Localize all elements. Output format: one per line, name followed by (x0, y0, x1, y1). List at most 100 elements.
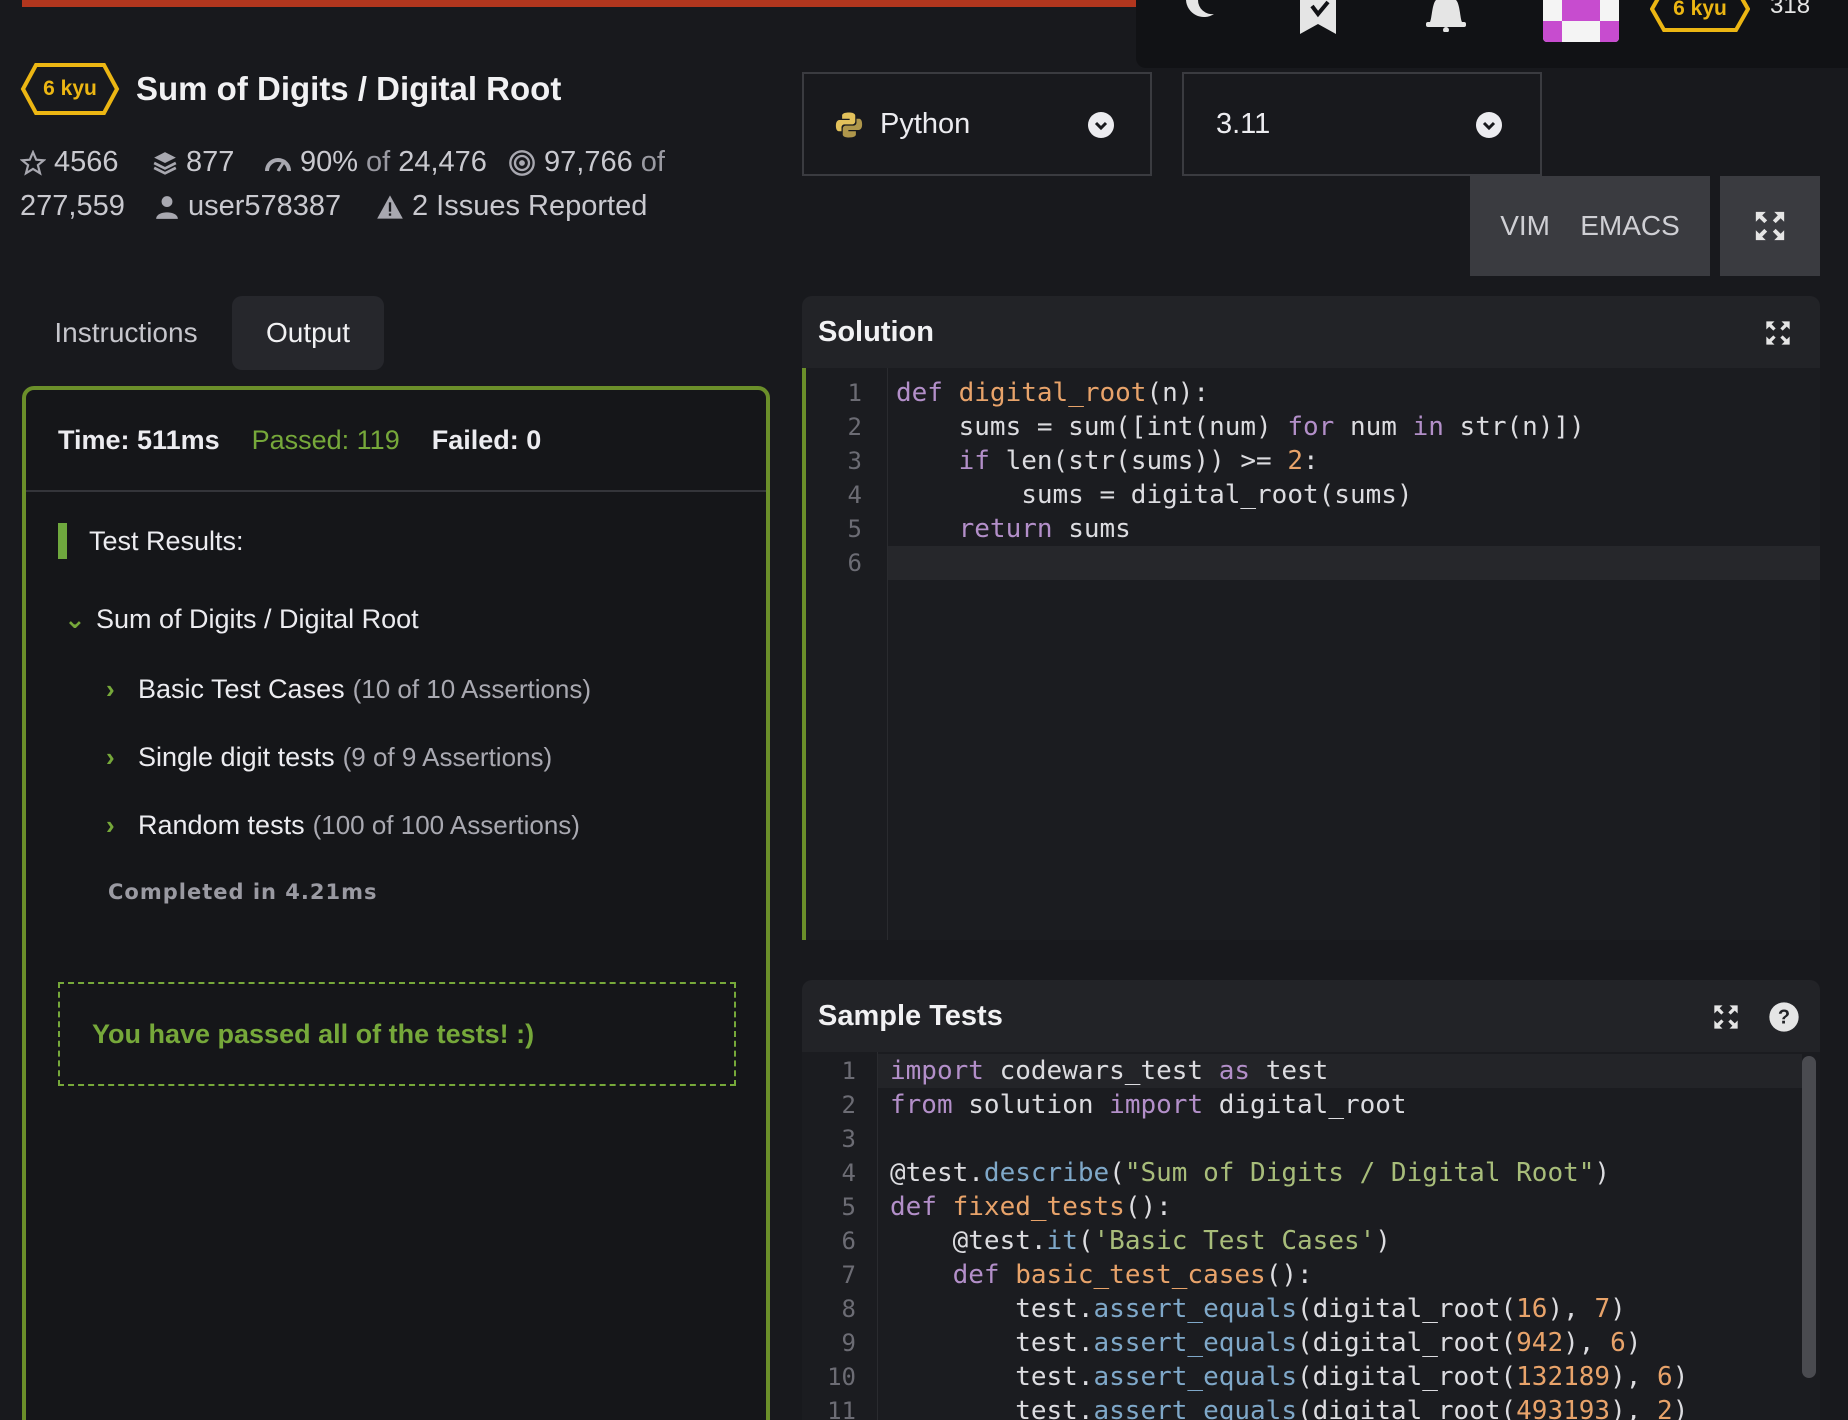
line-number: 2 (841, 1091, 856, 1119)
sample-tests-header: Sample Tests ? (802, 980, 1820, 1052)
code-line: test.assert_equals(digital_root(493193),… (890, 1396, 1689, 1420)
stars-count: 4566 (54, 146, 119, 178)
satisfaction-stat: 90% of 24,476 (264, 146, 487, 179)
code-line: @test.it('Basic Test Cases') (890, 1226, 1391, 1256)
target-icon (509, 149, 535, 176)
gauge-icon (265, 157, 291, 172)
describe-block[interactable]: ⌄ Sum of Digits / Digital Root (64, 604, 419, 635)
satisfaction-votes: 24,476 (398, 146, 487, 178)
test-group[interactable]: › Random tests (100 of 100 Assertions) (106, 810, 580, 841)
code-line: test.assert_equals(digital_root(942), 6) (890, 1328, 1642, 1358)
expand-icon (1755, 211, 1785, 241)
chevron-down-icon (1476, 112, 1502, 138)
line-number: 3 (847, 447, 862, 475)
moon-icon[interactable] (1178, 0, 1218, 34)
line-number: 1 (847, 379, 862, 407)
tab-output[interactable]: Output (232, 296, 384, 370)
expand-icon[interactable] (1712, 1003, 1740, 1031)
stars-stat[interactable]: 4566 (20, 146, 119, 179)
satisfaction-of: of (366, 146, 391, 178)
bookmark-icon[interactable] (1298, 0, 1338, 34)
star-icon (20, 149, 46, 176)
emacs-mode-button[interactable]: EMACS (1580, 210, 1680, 242)
kata-title: Sum of Digits / Digital Root (136, 70, 562, 107)
line-number: 7 (841, 1261, 856, 1289)
test-group-count: (9 of 9 Assertions) (342, 742, 553, 772)
describe-title: Sum of Digits / Digital Root (96, 604, 419, 634)
line-number: 6 (841, 1227, 856, 1255)
fullscreen-button[interactable] (1720, 176, 1820, 276)
code-line: from solution import digital_root (890, 1090, 1407, 1120)
warning-icon (377, 194, 403, 219)
code-line: @test.describe("Sum of Digits / Digital … (890, 1158, 1611, 1188)
code-line: def basic_test_cases(): (952, 1260, 1313, 1290)
line-number: 4 (847, 481, 862, 509)
failed-count: Failed: 0 (431, 424, 542, 455)
output-panel: Time: 511ms Passed: 119 Failed: 0 Test R… (22, 386, 770, 1420)
line-number: 1 (841, 1057, 856, 1085)
test-group-name: Single digit tests (138, 742, 335, 772)
sample-tests-title: Sample Tests (818, 999, 1003, 1032)
line-number: 8 (841, 1295, 856, 1323)
completed-time: Completed in 4.21ms (108, 880, 378, 904)
test-group[interactable]: › Single digit tests (9 of 9 Assertions) (106, 742, 552, 773)
test-group[interactable]: › Basic Test Cases (10 of 10 Assertions) (106, 674, 591, 705)
line-number: 5 (841, 1193, 856, 1221)
help-icon[interactable]: ? (1768, 1001, 1800, 1033)
line-number: 4 (841, 1159, 856, 1187)
code-line: def digital_root(n): (896, 378, 1210, 408)
nav-rank-badge[interactable]: 6 kyu (1650, 0, 1750, 32)
line-number: 5 (847, 515, 862, 543)
code-line: def fixed_tests(): (890, 1192, 1172, 1222)
solution-title: Solution (818, 315, 934, 348)
user-icon (156, 195, 178, 219)
code-line: return sums (958, 514, 1131, 544)
language-label: Python (880, 107, 971, 140)
issues-stat[interactable]: 2 Issues Reported (376, 190, 647, 223)
scrollbar[interactable] (1802, 1056, 1816, 1378)
solution-panel-header: Solution (802, 296, 1820, 368)
nav-score: 318 (1770, 0, 1811, 19)
test-summary: Time: 511ms Passed: 119 Failed: 0 (26, 390, 766, 492)
test-group-count: (100 of 100 Assertions) (312, 810, 580, 840)
test-group-name: Random tests (138, 810, 305, 840)
layers-icon (153, 151, 177, 175)
avatar[interactable] (1543, 0, 1619, 42)
solution-editor[interactable]: 1 2 3 4 5 6 def digital_root(n): sums = … (802, 368, 1820, 940)
passed-count: Passed: 119 (251, 424, 400, 455)
time-label: Time: 511ms (58, 424, 220, 455)
version-select[interactable]: 3.11 (1182, 72, 1542, 176)
kata-rank-badge: 6 kyu (20, 62, 120, 116)
nav-rank-text: 6 kyu (1673, 0, 1727, 20)
version-label: 3.11 (1216, 107, 1271, 140)
code-line: sums = sum([int(num) for num in str(n)]) (896, 412, 1585, 442)
svg-text:?: ? (1778, 1007, 1790, 1029)
results-heading-text: Test Results: (89, 525, 244, 556)
test-group-count: (10 of 10 Assertions) (352, 674, 592, 704)
collections-stat[interactable]: 877 (152, 146, 234, 179)
line-number: 6 (847, 549, 862, 577)
line-number: 10 (827, 1363, 856, 1391)
editor-mode-toggle: VIM EMACS (1470, 176, 1710, 276)
results-marker (58, 523, 67, 559)
vim-mode-button[interactable]: VIM (1500, 210, 1550, 242)
completions-count: 97,766 (544, 146, 633, 178)
line-gutter: 1 2 3 4 5 6 (806, 368, 888, 940)
bell-icon[interactable] (1424, 0, 1466, 34)
completions-stat: 97,766 of (508, 146, 665, 179)
chevron-right-icon: › (106, 674, 115, 704)
code-line: sums = digital_root(sums) (896, 480, 1413, 510)
sample-tests-editor[interactable]: 1 2 3 4 5 6 7 8 9 10 11 import codewars_… (802, 1052, 1820, 1420)
chevron-down-icon: ⌄ (64, 604, 86, 634)
author-stat[interactable]: user578387 (154, 190, 341, 223)
code-line: if len(str(sums)) >= 2: (958, 446, 1319, 476)
tab-instructions[interactable]: Instructions (22, 296, 230, 370)
attempts-stat: 277,559 (20, 190, 125, 223)
success-message: You have passed all of the tests! :) (58, 982, 736, 1086)
active-line (888, 546, 1820, 580)
language-select[interactable]: Python (802, 72, 1152, 176)
line-number: 2 (847, 413, 862, 441)
expand-icon[interactable] (1764, 319, 1792, 347)
top-progress-bar (22, 0, 1136, 7)
line-gutter: 1 2 3 4 5 6 7 8 9 10 11 (802, 1052, 878, 1420)
